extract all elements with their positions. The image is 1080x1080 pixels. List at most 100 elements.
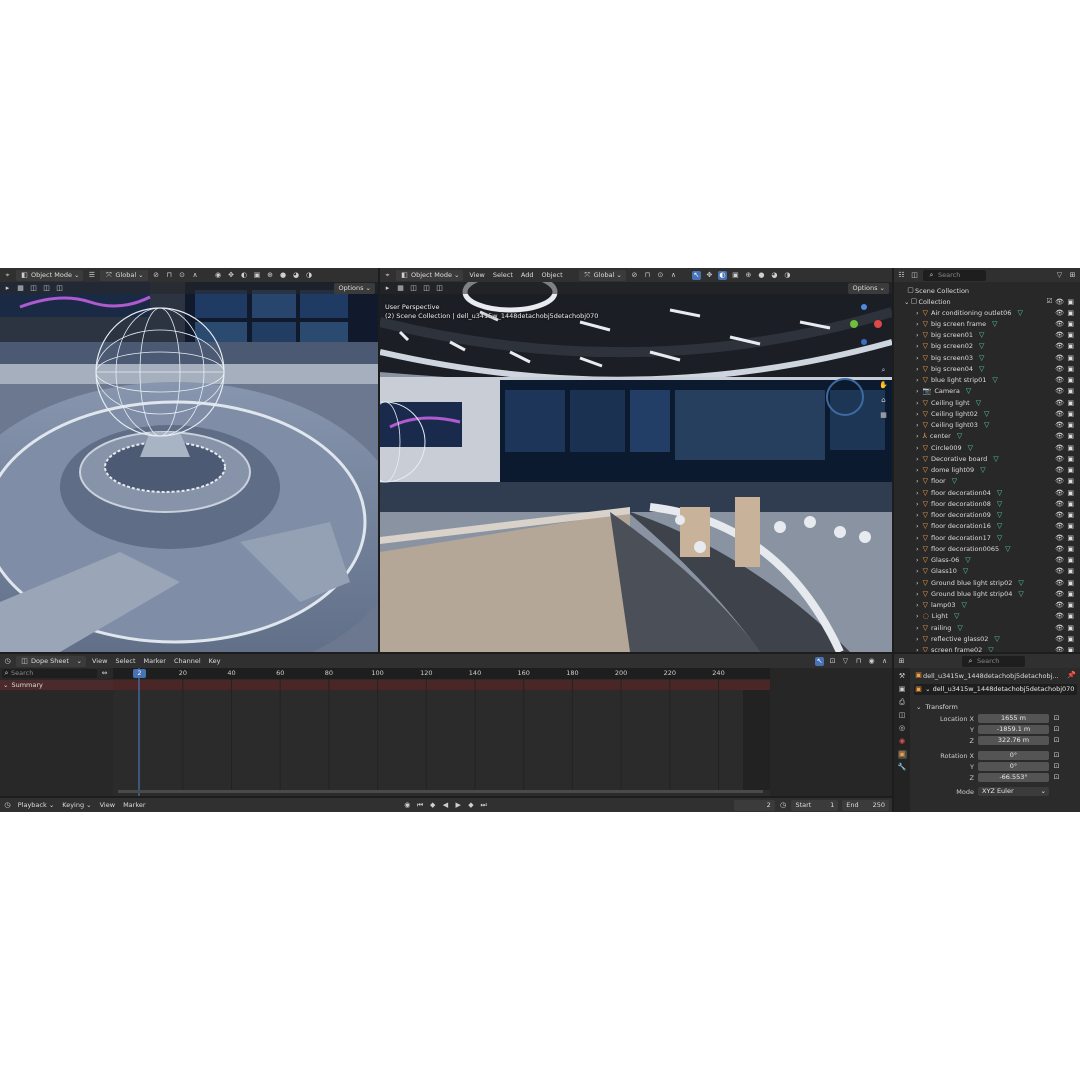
eye-icon[interactable]: 👁 — [1055, 365, 1064, 373]
snap-icon[interactable]: ⊓ — [854, 657, 863, 666]
outliner-item[interactable]: › ▽ floor decoration17 ▽ 👁 ▣ — [916, 532, 1078, 543]
expand-icon[interactable]: › — [916, 342, 919, 350]
expand-icon[interactable]: › — [916, 365, 919, 373]
lock-icon[interactable]: ⊡ — [1052, 751, 1061, 760]
select-mode-3-icon[interactable]: ◫ — [435, 284, 444, 293]
eye-icon[interactable]: 👁 — [1055, 489, 1064, 497]
right-viewport[interactable]: ▸ ▦ ◫ ◫ ◫ Options ⌄ User Perspective (2)… — [380, 282, 892, 652]
shading-rendered-icon[interactable]: ◑ — [783, 271, 792, 280]
right-mode-dropdown[interactable]: ◧ Object Mode ⌄ — [396, 269, 464, 281]
expand-icon[interactable]: › — [916, 399, 919, 407]
summary-channel[interactable]: ⌄ Summary — [0, 680, 113, 690]
shading-material-icon[interactable]: ◕ — [292, 271, 301, 280]
select-mode-2-icon[interactable]: ◫ — [42, 284, 51, 293]
outliner-search[interactable]: ⌕ Search — [923, 269, 986, 281]
expand-icon[interactable]: ⌄ — [3, 681, 8, 689]
outliner-item[interactable]: › ▽ Decorative board ▽ 👁 ▣ — [916, 453, 1078, 464]
expand-icon[interactable]: › — [916, 567, 919, 575]
eye-icon[interactable]: 👁 — [1055, 376, 1064, 384]
vertical-divider[interactable] — [378, 268, 380, 652]
expand-icon[interactable]: ⌄ — [916, 703, 921, 711]
display-mode-icon[interactable]: ◫ — [910, 271, 919, 280]
camera-render-icon[interactable]: ▣ — [1067, 579, 1074, 587]
editor-type-icon[interactable]: ⊞ — [897, 657, 906, 666]
outliner-item[interactable]: › ▽ floor decoration09 ▽ 👁 ▣ — [916, 510, 1078, 521]
camera-render-icon[interactable]: ▣ — [1067, 342, 1074, 350]
falloff-icon[interactable]: ∧ — [880, 657, 889, 666]
world-tab-icon[interactable]: ◉ — [898, 737, 907, 746]
camera-render-icon[interactable]: ▣ — [1067, 556, 1074, 564]
camera-render-icon[interactable]: ▣ — [1067, 298, 1074, 306]
outliner-item[interactable]: › ▽ Ground blue light strip04 ▽ 👁 ▣ — [916, 588, 1078, 599]
outliner-item[interactable]: › ▽ Glass-06 ▽ 👁 ▣ — [916, 555, 1078, 566]
expand-icon[interactable]: › — [916, 331, 919, 339]
lock-icon[interactable]: ⊡ — [1052, 773, 1061, 782]
expand-icon[interactable]: › — [916, 320, 919, 328]
camera-render-icon[interactable]: ▣ — [1067, 635, 1074, 643]
eye-icon[interactable]: 👁 — [1055, 601, 1064, 609]
shading-rendered-icon[interactable]: ◑ — [305, 271, 314, 280]
hidden-icon[interactable]: ⊡ — [828, 657, 837, 666]
next-keyframe-icon[interactable]: ◆ — [467, 801, 476, 810]
outliner-item[interactable]: › ⅄ center ▽ 👁 ▣ — [916, 431, 1078, 442]
location-y-field[interactable]: -1859.1 m — [978, 725, 1049, 734]
camera-render-icon[interactable]: ▣ — [1067, 612, 1074, 620]
swap-icon[interactable]: ⇔ — [100, 669, 109, 678]
tool-tab-icon[interactable]: ⚒ — [898, 672, 907, 681]
camera-render-icon[interactable]: ▣ — [1067, 489, 1074, 497]
render-tab-icon[interactable]: ▣ — [898, 685, 907, 694]
expand-icon[interactable]: › — [916, 635, 919, 643]
menu-view[interactable]: View — [90, 657, 109, 665]
camera-render-icon[interactable]: ▣ — [1067, 590, 1074, 598]
expand-icon[interactable]: › — [916, 500, 919, 508]
jump-end-icon[interactable]: ⏭ — [479, 801, 488, 810]
outliner-item[interactable]: › ▽ Ceiling light03 ▽ 👁 ▣ — [916, 420, 1078, 431]
camera-render-icon[interactable]: ▣ — [1067, 432, 1074, 440]
menu-playback[interactable]: Playback ⌄ — [16, 801, 57, 809]
right-orientation-dropdown[interactable]: ⤧ Global ⌄ — [578, 269, 626, 281]
expand-icon[interactable]: › — [916, 477, 919, 485]
select-mode-icon[interactable]: ◫ — [29, 284, 38, 293]
eye-icon[interactable]: 👁 — [1055, 387, 1064, 395]
record-icon[interactable]: ◉ — [403, 801, 412, 810]
xray-icon[interactable]: ▣ — [253, 271, 262, 280]
filter-icon[interactable]: ▽ — [1055, 271, 1064, 280]
expand-icon[interactable]: › — [916, 309, 919, 317]
eye-icon[interactable]: 👁 — [1055, 612, 1064, 620]
end-frame-field[interactable]: End 250 — [842, 799, 890, 811]
select-mode-2-icon[interactable]: ◫ — [422, 284, 431, 293]
eye-icon[interactable]: 👁 — [1055, 511, 1064, 519]
camera-view-icon[interactable]: ⌂ — [879, 396, 888, 405]
rotation-z-field[interactable]: -66.553° — [978, 773, 1049, 782]
shading-wire-icon[interactable]: ⊕ — [744, 271, 753, 280]
outliner-item[interactable]: › ▽ floor decoration08 ▽ 👁 ▣ — [916, 498, 1078, 509]
jump-start-icon[interactable]: ⏮ — [416, 801, 425, 810]
start-frame-field[interactable]: Start 1 — [791, 799, 839, 811]
eye-icon[interactable]: 👁 — [1055, 466, 1064, 474]
location-x-field[interactable]: 1655 m — [978, 714, 1049, 723]
gizmo-icon[interactable]: ✥ — [705, 271, 714, 280]
rotation-y-field[interactable]: 0° — [978, 762, 1049, 771]
eye-icon[interactable]: 👁 — [1055, 342, 1064, 350]
expand-icon[interactable]: › — [916, 556, 919, 564]
menu-add[interactable]: Add — [519, 271, 536, 279]
scene-tab-icon[interactable]: ◎ — [898, 724, 907, 733]
lock-icon[interactable]: ⊡ — [1052, 762, 1061, 771]
expand-icon[interactable]: › — [916, 354, 919, 362]
cursor-select-icon[interactable]: ↖ — [691, 270, 701, 280]
snap-icon[interactable]: ⊓ — [165, 271, 174, 280]
camera-render-icon[interactable]: ▣ — [1067, 601, 1074, 609]
camera-render-icon[interactable]: ▣ — [1067, 320, 1074, 328]
menu-view[interactable]: View — [467, 271, 486, 279]
only-selected-icon[interactable]: ↖ — [815, 656, 824, 666]
proportional-icon[interactable]: ⊙ — [656, 271, 665, 280]
eye-icon[interactable]: 👁 — [1055, 354, 1064, 362]
expand-icon[interactable]: › — [916, 624, 919, 632]
falloff-icon[interactable]: ∧ — [191, 271, 200, 280]
dopesheet-mode-dropdown[interactable]: ◫ Dope Sheet ⌄ — [16, 655, 86, 667]
checkbox-icon[interactable]: ☑ — [1045, 297, 1054, 306]
toolbar-toggle-icon[interactable]: ▸ — [383, 284, 392, 293]
eye-icon[interactable]: 👁 — [1055, 556, 1064, 564]
pan-hand-icon[interactable]: ✋ — [879, 381, 888, 390]
camera-render-icon[interactable]: ▣ — [1067, 365, 1074, 373]
